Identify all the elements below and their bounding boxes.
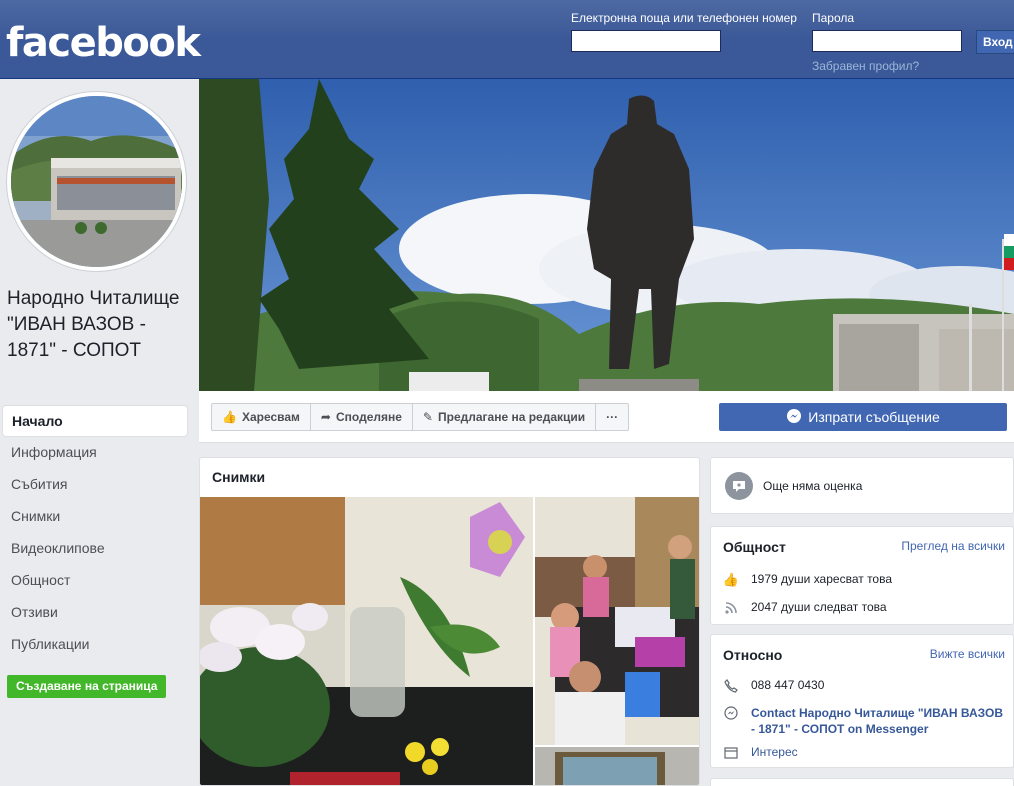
pencil-icon: ✎ <box>422 410 433 424</box>
phone-row: 088 447 0430 <box>723 678 824 694</box>
rss-follow-icon <box>723 600 739 616</box>
nav-item-events[interactable]: Събития <box>2 469 188 501</box>
suggest-label: Предлагане на редакции <box>437 410 586 424</box>
password-label: Парола <box>812 11 855 25</box>
thumbs-up-icon: 👍 <box>722 572 740 587</box>
nav-item-videos[interactable]: Видеоклипове <box>2 533 188 565</box>
create-page-button[interactable]: Създаване на страница <box>7 675 167 698</box>
rating-card: Още няма оценка <box>710 457 1014 514</box>
nav-item-home[interactable]: Начало <box>2 405 188 437</box>
page-title: Народно Читалище "ИВАН ВАЗОВ - 1871" - С… <box>7 288 180 361</box>
suggest-edits-button[interactable]: ✎ Предлагане на редакции <box>413 404 597 430</box>
category-row: Интерес <box>723 745 798 761</box>
messenger-contact-link[interactable]: Contact Народно Читалище "ИВАН ВАЗОВ - 1… <box>751 705 1008 737</box>
photo-children[interactable] <box>535 497 700 745</box>
action-buttons-group: 👍 Харесвам ➦ Споделяне ✎ Предлагане на р… <box>211 403 630 431</box>
messenger-icon <box>723 705 739 721</box>
phone-icon <box>723 678 739 694</box>
more-options-button[interactable]: ··· <box>596 404 628 430</box>
thumbs-up-icon: 👍 <box>222 410 237 424</box>
building-photo <box>11 96 182 267</box>
nav-item-photos[interactable]: Снимки <box>2 501 188 533</box>
category-icon <box>723 745 739 761</box>
email-label: Електронна поща или телефонен номер <box>571 11 797 25</box>
review-bubble-icon <box>725 472 753 500</box>
about-title: Относно <box>723 647 783 663</box>
nav-item-community[interactable]: Общност <box>2 565 188 597</box>
photos-title: Снимки <box>212 469 266 485</box>
action-bar: 👍 Харесвам ➦ Споделяне ✎ Предлагане на р… <box>199 391 1014 443</box>
more-dots-icon: ··· <box>606 410 619 424</box>
page-profile-picture[interactable] <box>7 92 186 271</box>
photo-flowers[interactable] <box>200 497 533 786</box>
login-button[interactable]: Вход <box>976 30 1014 54</box>
share-label: Споделяне <box>335 410 402 424</box>
nav-item-info[interactable]: Информация <box>2 437 188 469</box>
likes-count: 1979 души харесват това <box>751 572 893 586</box>
facebook-logo[interactable]: facebook <box>6 20 201 66</box>
cover-photo[interactable] <box>199 79 1014 391</box>
category-link[interactable]: Интерес <box>751 745 798 759</box>
like-label: Харесвам <box>241 410 300 424</box>
rating-text: Още няма оценка <box>763 479 863 493</box>
about-card: Относно Вижте всички 088 447 0430 Contac… <box>710 634 1014 768</box>
community-card: Общност Преглед на всички 👍 1979 души ха… <box>710 526 1014 625</box>
top-bar: facebook Електронна поща или телефонен н… <box>0 0 1014 79</box>
email-field[interactable] <box>571 30 721 52</box>
send-message-label: Изпрати съобщение <box>808 409 940 425</box>
phone-number[interactable]: 088 447 0430 <box>751 678 824 692</box>
password-field[interactable] <box>812 30 962 52</box>
messenger-icon <box>786 408 802 427</box>
photos-card: Снимки <box>199 457 700 786</box>
likes-row: 👍 1979 души харесват това <box>723 572 892 588</box>
share-arrow-icon: ➦ <box>320 410 331 424</box>
follows-row: 2047 души следват това <box>723 600 887 616</box>
monument-photo <box>199 79 1014 391</box>
messenger-row: Contact Народно Читалище "ИВАН ВАЗОВ - 1… <box>723 705 1008 737</box>
photo-painting[interactable] <box>535 747 700 786</box>
forgot-account-link[interactable]: Забравен профил? <box>812 59 919 73</box>
send-message-button[interactable]: Изпрати съобщение <box>719 403 1007 431</box>
nav-item-posts[interactable]: Публикации <box>2 629 188 661</box>
share-button[interactable]: ➦ Споделяне <box>311 404 413 430</box>
community-see-all-link[interactable]: Преглед на всички <box>901 539 1005 553</box>
follows-count: 2047 души следват това <box>751 600 887 614</box>
community-title: Общност <box>723 539 786 555</box>
page-nav: Начало Информация Събития Снимки Видеокл… <box>2 405 188 661</box>
like-button[interactable]: 👍 Харесвам <box>212 404 311 430</box>
next-card <box>710 778 1014 786</box>
nav-item-reviews[interactable]: Отзиви <box>2 597 188 629</box>
about-see-all-link[interactable]: Вижте всички <box>930 647 1005 661</box>
